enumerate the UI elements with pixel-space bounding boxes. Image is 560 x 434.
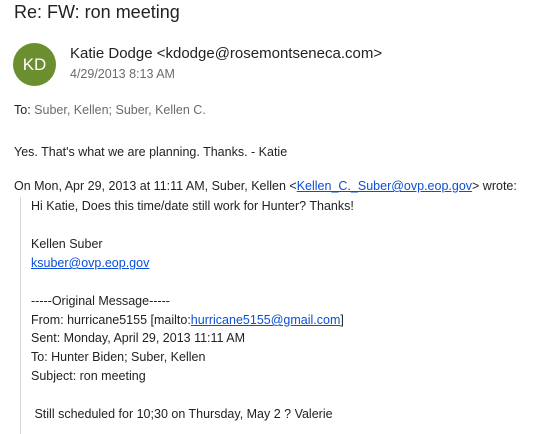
from-prefix: From: hurricane5155 [mailto: xyxy=(31,313,191,327)
reply-text: Yes. That's what we are planning. Thanks… xyxy=(14,145,288,159)
original-from-line: From: hurricane5155 [mailto:hurricane515… xyxy=(31,313,344,327)
recipients-line: To: Suber, Kellen; Suber, Kellen C. xyxy=(14,103,206,117)
original-body: Still scheduled for 10;30 on Thursday, M… xyxy=(31,407,333,421)
quoted-sender-email-link[interactable]: Kellen_C._Suber@ovp.eop.gov xyxy=(297,179,472,193)
email-subject: Re: FW: ron meeting xyxy=(14,2,180,22)
signature-email-link[interactable]: ksuber@ovp.eop.gov xyxy=(31,256,149,270)
quote-header-text: On Mon, Apr 29, 2013 at 11:11 AM, Suber,… xyxy=(14,179,297,193)
quote-header-suffix: > wrote: xyxy=(472,179,517,193)
original-to-line: To: Hunter Biden; Suber, Kellen xyxy=(31,350,206,364)
quoted-message: Hi Katie, Does this time/date still work… xyxy=(20,197,560,434)
signature-name: Kellen Suber xyxy=(31,237,103,251)
to-label: To: xyxy=(14,103,31,117)
sender-name[interactable]: Katie Dodge <kdodge@rosemontseneca.com> xyxy=(70,45,382,62)
original-sent-line: Sent: Monday, April 29, 2013 11:11 AM xyxy=(31,331,246,345)
recipients-list[interactable]: Suber, Kellen; Suber, Kellen C. xyxy=(34,103,206,117)
sent-date: 4/29/2013 8:13 AM xyxy=(70,67,175,81)
from-suffix: ] xyxy=(340,313,344,327)
from-email-link[interactable]: hurricane5155@gmail.com xyxy=(191,313,341,327)
avatar-initials: KD xyxy=(22,55,47,74)
original-message-marker: -----Original Message----- xyxy=(31,294,170,308)
original-subject-line: Subject: ron meeting xyxy=(31,369,146,383)
quote-header: On Mon, Apr 29, 2013 at 11:11 AM, Suber,… xyxy=(14,179,517,193)
quoted-greeting: Hi Katie, Does this time/date still work… xyxy=(31,199,354,213)
email-reading-pane: Re: FW: ron meeting KD Katie Dodge <kdod… xyxy=(0,0,560,434)
sender-avatar[interactable]: KD xyxy=(13,43,56,86)
